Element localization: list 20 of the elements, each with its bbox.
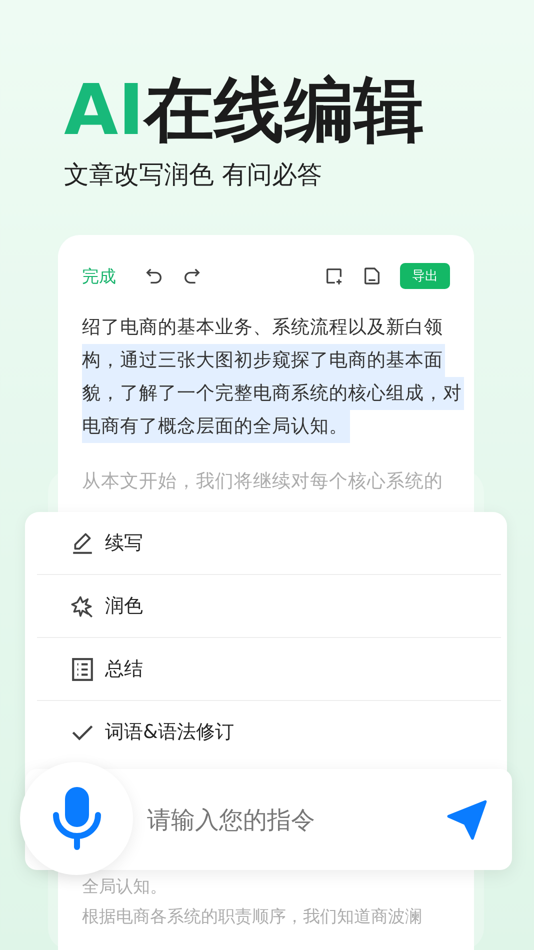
command-input[interactable]: 请输入您的指令 (145, 804, 419, 834)
headline: AI在线编辑 (64, 68, 424, 152)
text-line: 根据电商各系统的职责顺序，我们知道商波澜 (82, 906, 422, 928)
menu-item[interactable]: 润色 (37, 575, 501, 638)
list-icon (70, 656, 95, 682)
sparkle-icon (70, 594, 95, 618)
text-line: 全局认知。 (82, 876, 168, 898)
menu-item[interactable]: 词语&语法修订 (37, 701, 501, 763)
redo-icon[interactable] (182, 266, 202, 286)
text-line: 从本文开始，我们将继续对每个核心系统的 (82, 470, 443, 493)
subtitle: 文章改写润色 有问必答 (64, 159, 322, 191)
send-icon[interactable] (445, 798, 489, 842)
text-line: 绍了电商的基本业务、系统流程以及新白领 (82, 316, 444, 340)
save-icon[interactable] (362, 266, 382, 286)
microphone-icon (52, 786, 102, 850)
menu-item[interactable]: 续写 (37, 512, 501, 575)
undo-icon[interactable] (144, 266, 164, 286)
add-note-icon[interactable] (324, 266, 344, 286)
pencil-icon (70, 530, 95, 556)
menu-item[interactable]: 总结 (37, 638, 501, 701)
